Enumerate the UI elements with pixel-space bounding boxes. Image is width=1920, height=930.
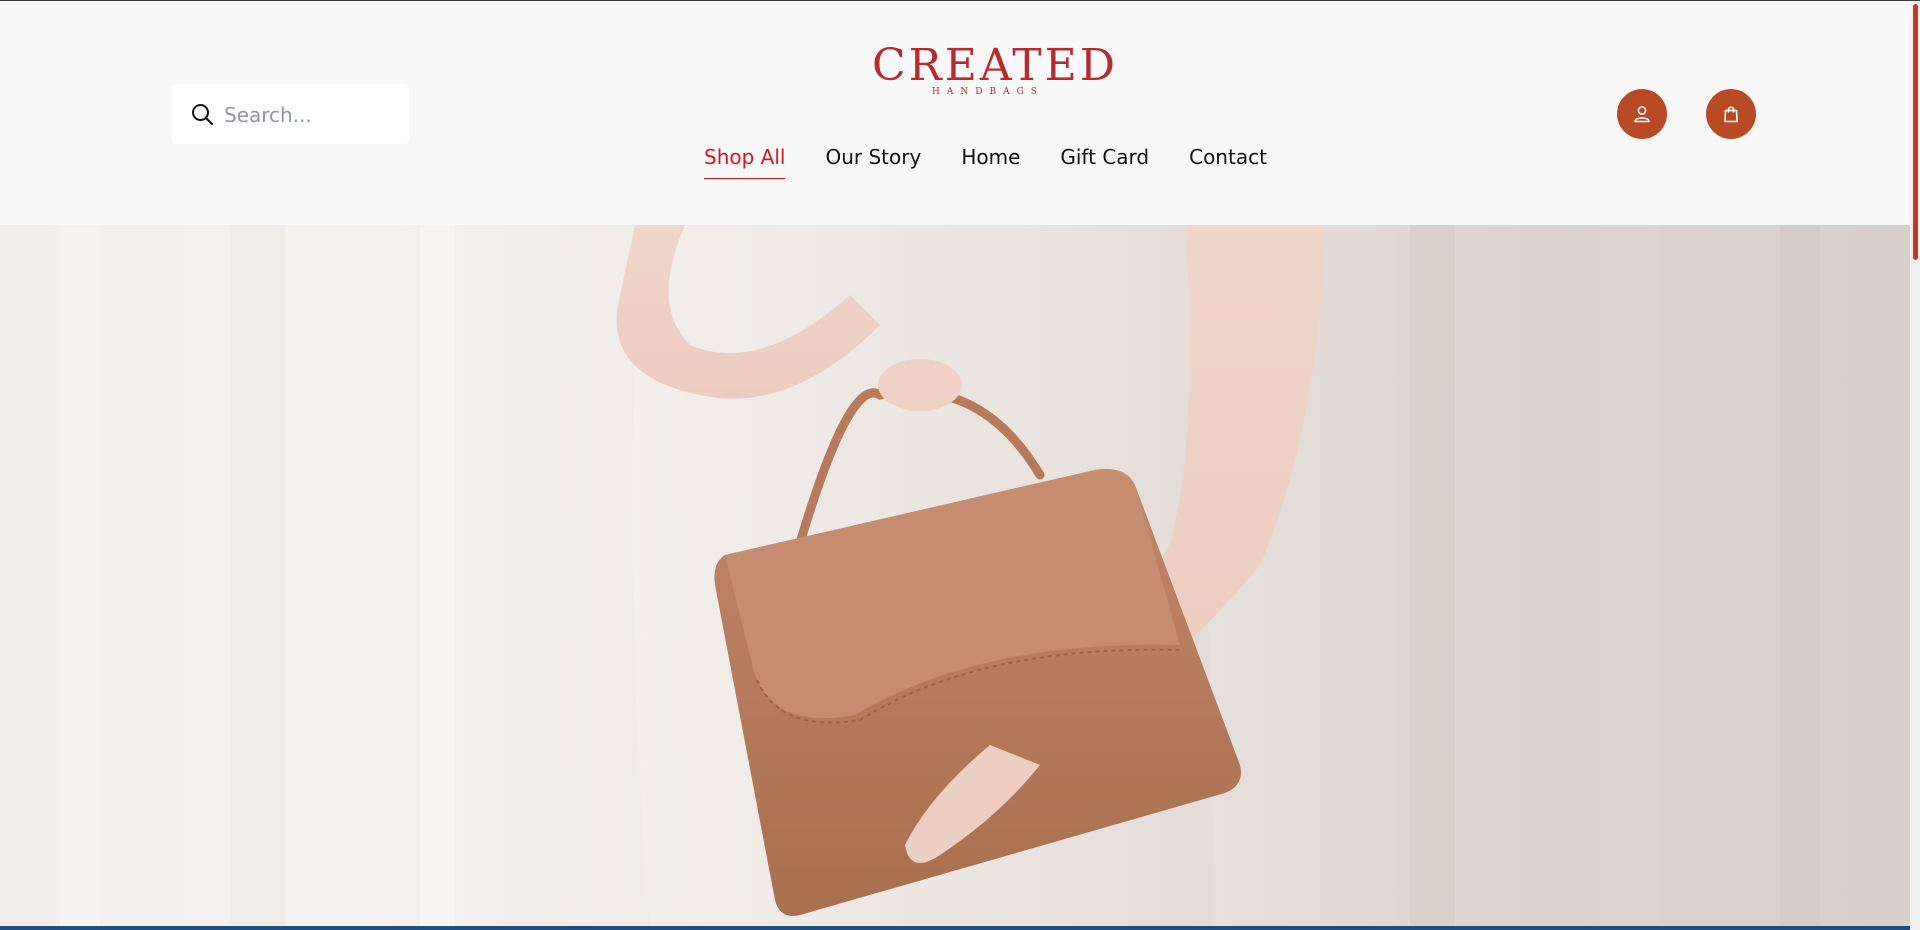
search-input[interactable] — [222, 84, 404, 146]
scrollbar-thumb[interactable] — [1913, 4, 1918, 260]
cart-button[interactable] — [1706, 89, 1756, 139]
hero-banner — [0, 225, 1910, 930]
shopping-bag-icon — [1724, 106, 1738, 123]
brand-logo[interactable]: CREATED HANDBAGS — [872, 40, 1119, 103]
search-box[interactable] — [172, 84, 409, 146]
hero-image — [60, 225, 1820, 930]
main-nav: Shop All Our Story Home Gift Card Contac… — [704, 143, 1267, 179]
site-header: CREATED HANDBAGS Shop All Our Story Home… — [0, 1, 1910, 225]
nav-item-home[interactable]: Home — [961, 143, 1020, 179]
search-icon[interactable] — [190, 102, 214, 126]
taskbar-edge — [0, 926, 1910, 930]
nav-item-contact[interactable]: Contact — [1189, 143, 1267, 179]
account-button[interactable] — [1617, 89, 1667, 139]
user-icon — [1634, 106, 1650, 123]
nav-item-our-story[interactable]: Our Story — [825, 143, 921, 179]
logo-wordmark: CREATED — [872, 40, 1119, 91]
nav-item-gift-card[interactable]: Gift Card — [1060, 143, 1149, 179]
nav-item-shop-all[interactable]: Shop All — [704, 143, 786, 179]
